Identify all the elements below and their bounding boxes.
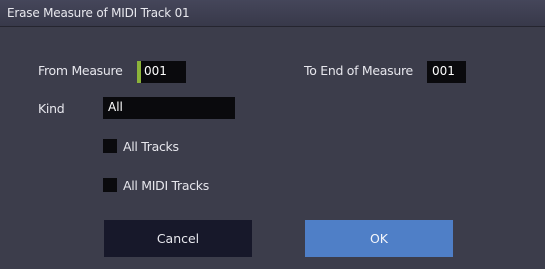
- kind-value: All: [108, 100, 123, 114]
- all-midi-tracks-label: All MIDI Tracks: [123, 178, 209, 193]
- kind-label: Kind: [38, 101, 65, 116]
- dialog-titlebar: Erase Measure of MIDI Track 01: [0, 0, 545, 27]
- all-tracks-checkbox[interactable]: [103, 139, 117, 153]
- ok-button[interactable]: OK: [305, 220, 453, 257]
- to-end-measure-label: To End of Measure: [304, 63, 413, 78]
- cancel-button[interactable]: Cancel: [104, 220, 252, 257]
- erase-measure-dialog: Erase Measure of MIDI Track 01 From Meas…: [0, 0, 545, 269]
- dialog-title: Erase Measure of MIDI Track 01: [7, 6, 190, 20]
- from-measure-value: 001: [144, 64, 167, 78]
- kind-select[interactable]: All: [103, 97, 235, 119]
- from-measure-label: From Measure: [38, 63, 123, 78]
- all-midi-tracks-checkbox[interactable]: [103, 178, 117, 192]
- to-end-measure-field[interactable]: 001: [427, 61, 466, 83]
- all-tracks-label: All Tracks: [123, 139, 179, 154]
- to-end-measure-value: 001: [432, 64, 455, 78]
- from-measure-field[interactable]: 001: [137, 61, 186, 83]
